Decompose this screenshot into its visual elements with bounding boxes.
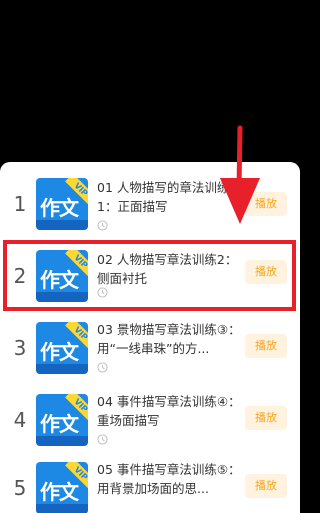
clock-icon xyxy=(97,220,108,231)
lesson-title: 04 事件描写章法训练④：重场面描写 xyxy=(97,394,241,428)
cover-text: 作文 xyxy=(40,480,79,504)
cover-text: 作文 xyxy=(40,196,79,220)
play-button[interactable]: 播放 xyxy=(245,260,287,284)
lesson-title: 01 人物描写的章法训练1：正面描写 xyxy=(97,180,230,214)
lesson-number: 1 xyxy=(13,192,27,216)
dark-overlay xyxy=(0,0,300,162)
lesson-cover: 作文 VIP xyxy=(36,178,88,230)
cover-text: 作文 xyxy=(40,340,79,364)
lesson-item-3[interactable]: 3 作文 VIP 03 景物描写章法训练③：用“一线串珠”的方... 播放 xyxy=(0,312,300,384)
lesson-cover: 作文 VIP xyxy=(36,250,88,302)
play-button[interactable]: 播放 xyxy=(245,334,287,358)
lesson-title: 02 人物描写章法训练2：侧面衬托 xyxy=(97,252,238,286)
lesson-title: 03 景物描写章法训练③：用“一线串珠”的方... xyxy=(97,322,241,356)
lesson-item-1[interactable]: 1 作文 VIP 01 人物描写的章法训练1：正面描写 播放 xyxy=(0,168,300,240)
lesson-item-4[interactable]: 4 作文 VIP 04 事件描写章法训练④：重场面描写 播放 xyxy=(0,384,300,456)
clock-icon xyxy=(97,287,108,298)
lesson-list: 1 作文 VIP 01 人物描写的章法训练1：正面描写 播放 2 作文 VIP … xyxy=(0,162,300,513)
play-button[interactable]: 播放 xyxy=(245,406,287,430)
lesson-number: 5 xyxy=(13,476,27,500)
cover-text: 作文 xyxy=(40,268,79,292)
play-button[interactable]: 播放 xyxy=(245,192,287,216)
lesson-item-5[interactable]: 5 作文 VIP 05 事件描写章法训练⑤：用背景加场面的思... 播放 xyxy=(0,456,300,513)
lesson-number: 4 xyxy=(13,408,27,432)
cover-text: 作文 xyxy=(40,412,79,436)
lesson-cover: 作文 VIP xyxy=(36,462,88,513)
lesson-number: 2 xyxy=(13,264,27,288)
play-button[interactable]: 播放 xyxy=(245,474,287,498)
lesson-item-2[interactable]: 2 作文 VIP 02 人物描写章法训练2：侧面衬托 播放 xyxy=(0,240,300,312)
clock-icon xyxy=(97,434,108,445)
clock-icon xyxy=(97,362,108,373)
lesson-title: 05 事件描写章法训练⑤：用背景加场面的思... xyxy=(97,462,241,496)
lesson-cover: 作文 VIP xyxy=(36,394,88,446)
lesson-cover: 作文 VIP xyxy=(36,322,88,374)
lesson-number: 3 xyxy=(13,336,27,360)
